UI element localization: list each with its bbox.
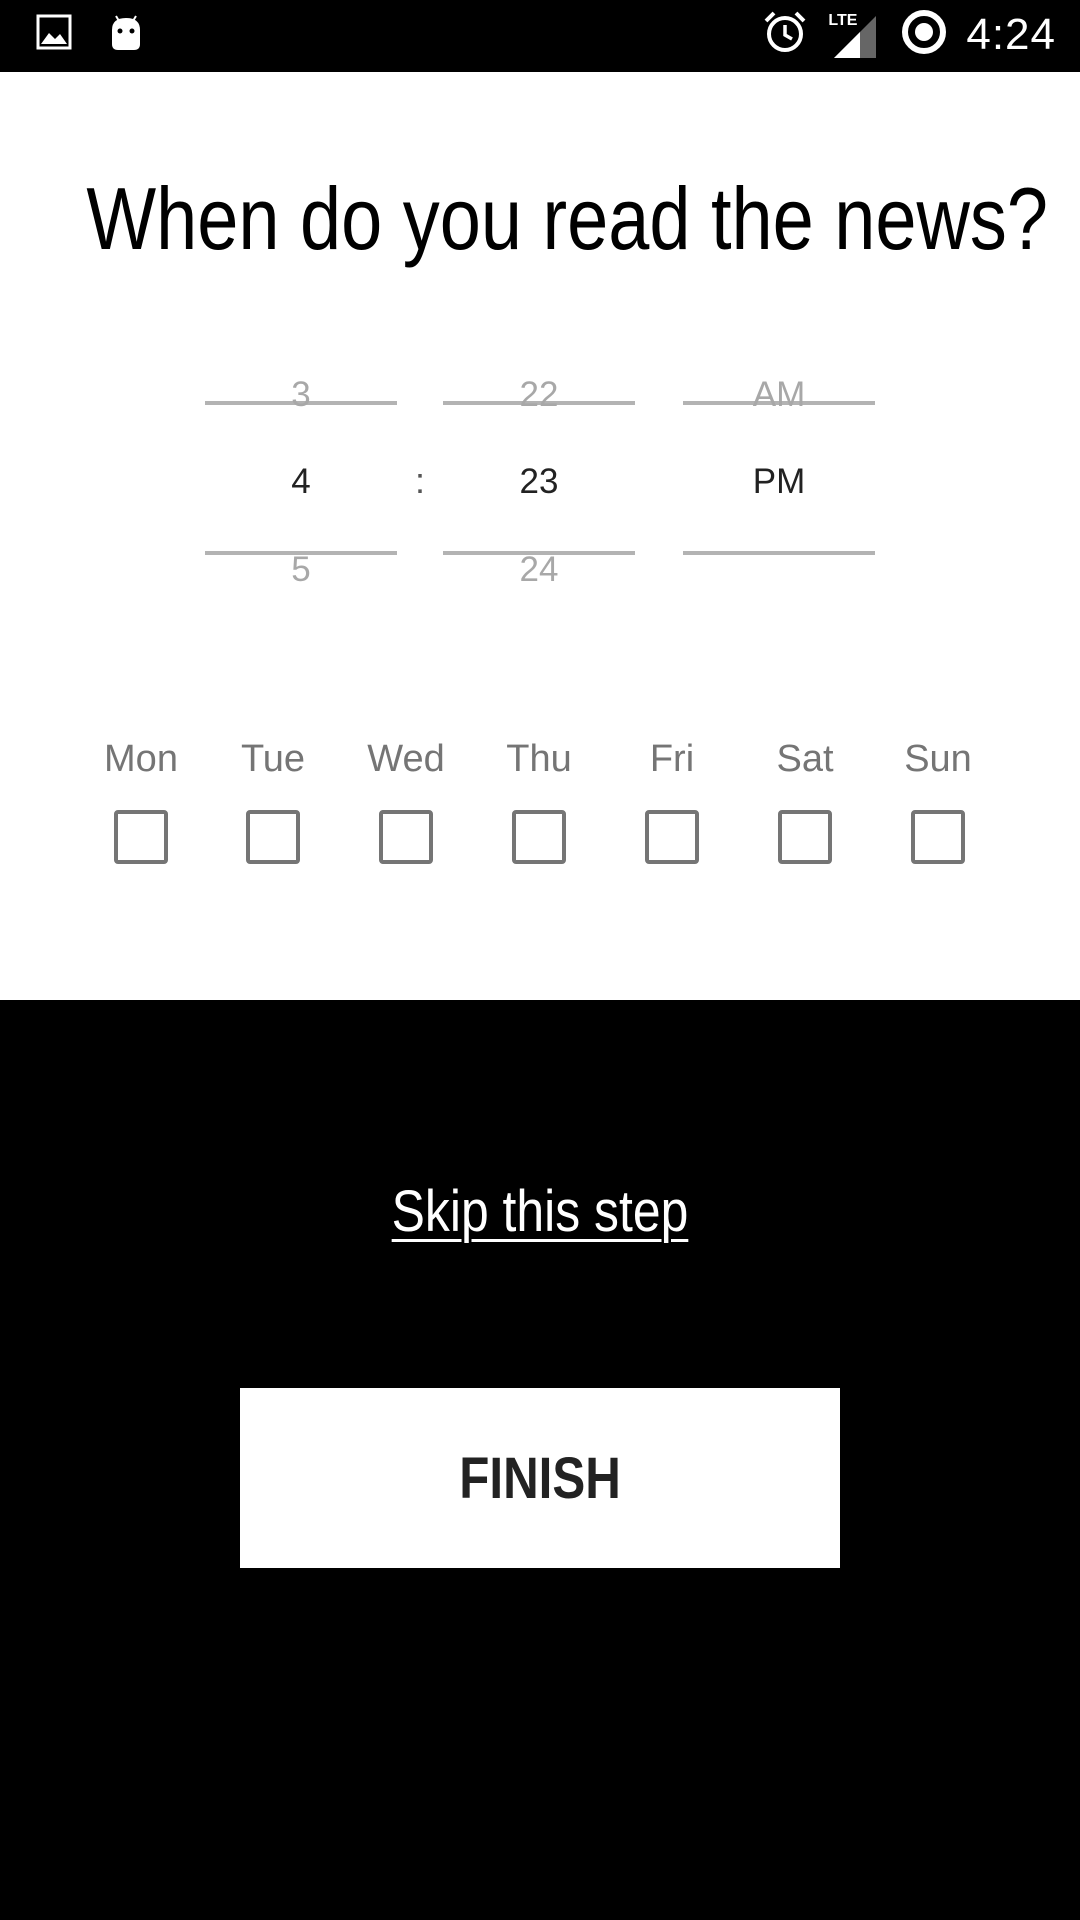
time-separator: : <box>414 460 425 501</box>
day-label: Wed <box>367 738 445 780</box>
hour-next[interactable]: 5 <box>205 550 397 590</box>
hour-prev[interactable]: 3 <box>205 375 397 415</box>
picker-divider <box>683 551 875 555</box>
day-checkbox[interactable] <box>114 810 168 864</box>
day-checkbox[interactable] <box>778 810 832 864</box>
day-label: Thu <box>506 738 572 780</box>
day-checkbox[interactable] <box>512 810 566 864</box>
day-wed[interactable]: Wed <box>346 738 466 864</box>
sync-icon <box>900 8 948 61</box>
day-mon[interactable]: Mon <box>81 738 201 864</box>
day-checkbox[interactable] <box>379 810 433 864</box>
android-icon <box>108 14 144 57</box>
finish-button[interactable]: FINISH <box>240 1388 840 1568</box>
skip-link[interactable]: Skip this step <box>76 1178 1005 1245</box>
day-sun[interactable]: Sun <box>878 738 998 864</box>
day-label: Sun <box>904 738 972 780</box>
minute-current[interactable]: 23 <box>443 462 635 502</box>
clock: 4:24 <box>966 9 1056 59</box>
hour-picker[interactable]: 3 4 5 <box>205 0 397 589</box>
minute-prev[interactable]: 22 <box>443 375 635 415</box>
day-checkbox[interactable] <box>246 810 300 864</box>
day-label: Tue <box>240 738 306 780</box>
day-fri[interactable]: Fri <box>612 738 732 864</box>
period-current[interactable]: PM <box>683 462 875 502</box>
hour-current[interactable]: 4 <box>205 462 397 502</box>
finish-button-label: FINISH <box>459 1445 621 1511</box>
day-sat[interactable]: Sat <box>745 738 865 864</box>
period-prev[interactable]: AM <box>683 375 875 415</box>
minute-picker[interactable]: 22 23 24 <box>443 0 635 589</box>
day-label: Mon <box>104 738 178 780</box>
image-icon <box>36 14 72 57</box>
minute-next[interactable]: 24 <box>443 550 635 590</box>
day-label: Fri <box>649 738 695 780</box>
day-checkbox[interactable] <box>645 810 699 864</box>
day-tue[interactable]: Tue <box>213 738 333 864</box>
day-checkbox[interactable] <box>911 810 965 864</box>
day-thu[interactable]: Thu <box>479 738 599 864</box>
day-label: Sat <box>776 738 834 780</box>
period-picker[interactable]: AM PM <box>683 0 875 555</box>
